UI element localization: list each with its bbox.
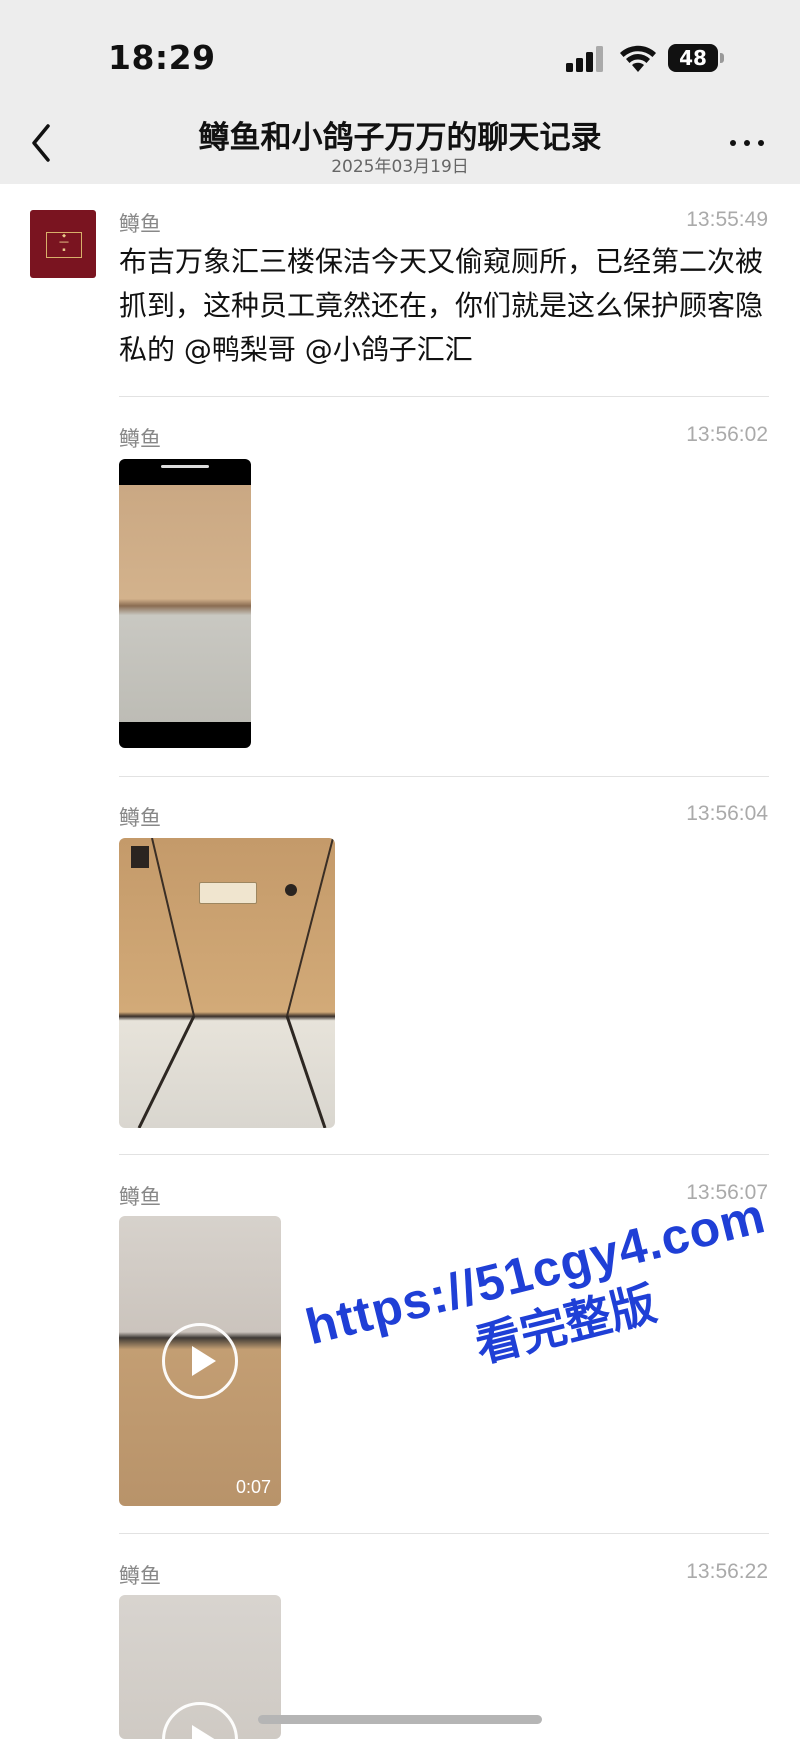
video-message[interactable]: 0:07 xyxy=(119,1216,281,1506)
play-icon[interactable] xyxy=(162,1323,238,1399)
divider xyxy=(119,1154,769,1155)
avatar[interactable]: ◆ ═══ ▪ xyxy=(30,210,96,278)
watermark: https://51cgy4.com 看完整版 xyxy=(300,1174,800,1414)
play-icon[interactable] xyxy=(162,1702,238,1739)
status-bar: 18:29 48 xyxy=(0,0,800,104)
image-message[interactable] xyxy=(119,838,335,1128)
wifi-icon xyxy=(620,45,656,72)
message-sender: 鳟鱼 xyxy=(119,1564,161,1588)
divider xyxy=(119,776,769,777)
battery-icon: 48 xyxy=(668,44,724,72)
video-message[interactable] xyxy=(119,1595,281,1739)
image-message[interactable] xyxy=(119,459,251,748)
message-sender: 鳟鱼 xyxy=(119,212,161,236)
message-sender: 鳟鱼 xyxy=(119,806,161,830)
message-sender: 鳟鱼 xyxy=(119,427,161,451)
message-time: 13:56:04 xyxy=(686,802,768,825)
message-time: 13:55:49 xyxy=(686,208,768,231)
video-duration: 0:07 xyxy=(235,1477,271,1497)
home-indicator[interactable] xyxy=(258,1715,542,1724)
page-title: 鳟鱼和小鸽子万万的聊天记录 xyxy=(198,120,602,156)
message-text: 布吉万象汇三楼保洁今天又偷窥厕所，已经第二次被抓到，这种员工竟然还在，你们就是这… xyxy=(119,245,764,366)
divider xyxy=(119,1533,769,1534)
battery-level: 48 xyxy=(668,44,718,72)
avatar-emblem: ◆ ═══ ▪ xyxy=(46,232,82,258)
signal-icon xyxy=(566,46,608,72)
message-sender: 鳟鱼 xyxy=(119,1185,161,1209)
page-subtitle: 2025年03月19日 xyxy=(331,157,469,177)
more-icon[interactable] xyxy=(722,128,772,158)
nav-bar: 鳟鱼和小鸽子万万的聊天记录 2025年03月19日 xyxy=(0,104,800,184)
message-time: 13:56:02 xyxy=(686,423,768,446)
divider xyxy=(119,396,769,397)
status-time: 18:29 xyxy=(108,38,216,77)
message-time: 13:56:22 xyxy=(686,1560,768,1583)
